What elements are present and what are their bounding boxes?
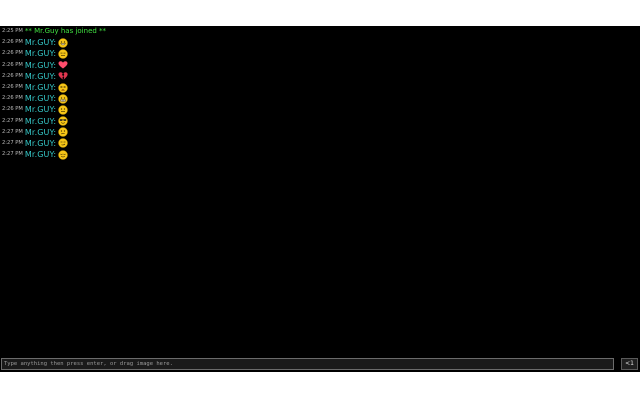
message-timestamp: 2:27 PM [2, 117, 23, 124]
message-username: Mr.GUY: [24, 94, 57, 104]
message-username: Mr.GUY: [24, 105, 57, 115]
message-username: Mr.GUY: [24, 127, 57, 137]
message-username: Mr.GUY: [24, 150, 57, 160]
message-timestamp: 2:27 PM [2, 128, 23, 135]
message-username: Mr.GUY: [24, 138, 57, 148]
expressionless-face-icon [58, 49, 68, 59]
message-timestamp: 2:26 PM [2, 39, 23, 46]
red-heart-icon [58, 60, 68, 70]
message-row: 2:27 PM Mr.GUY: [0, 149, 640, 160]
message-timestamp: 2:26 PM [2, 72, 23, 79]
broken-heart-icon [58, 71, 68, 81]
message-timestamp: 2:26 PM [2, 50, 23, 57]
message-row: 2:26 PM Mr.GUY: [0, 37, 640, 48]
join-message: 2:25 PM ** Mr.Guy has joined ** [0, 26, 640, 37]
message-timestamp: 2:26 PM [2, 95, 23, 102]
message-list: 2:26 PM Mr.GUY: 2:26 PM Mr.GUY: 2:26 PM Mr.GU… [0, 37, 640, 160]
message-row: 2:26 PM Mr.GUY: [0, 71, 640, 82]
send-button[interactable]: <1 [621, 358, 638, 370]
relieved-face-icon [58, 149, 68, 160]
message-row: 2:26 PM Mr.GUY: [0, 93, 640, 104]
message-username: Mr.GUY: [24, 71, 57, 81]
message-username: Mr.GUY: [24, 38, 57, 48]
message-row: 2:26 PM Mr.GUY: [0, 104, 640, 115]
message-username: Mr.GUY: [24, 116, 57, 126]
sunglasses-face-icon [58, 116, 68, 126]
chat-app: 2:25 PM ** Mr.Guy has joined ** 2:26 PM Mr… [0, 26, 640, 372]
message-row: 2:26 PM Mr.GUY: [0, 82, 640, 93]
tired-face-icon [58, 82, 68, 93]
message-input[interactable] [1, 358, 614, 370]
join-text: ** Mr.Guy has joined ** [24, 27, 107, 35]
grinning-face-icon [58, 38, 68, 48]
confused-face-icon [58, 127, 68, 138]
message-timestamp: 2:27 PM [2, 139, 23, 146]
join-timestamp: 2:25 PM [2, 28, 23, 34]
smirking-face-icon [58, 138, 68, 149]
input-bar: <1 [0, 356, 640, 372]
message-timestamp: 2:26 PM [2, 106, 23, 113]
chat-log[interactable]: 2:25 PM ** Mr.Guy has joined ** 2:26 PM Mr… [0, 26, 640, 356]
message-row: 2:27 PM Mr.GUY: [0, 138, 640, 149]
message-row: 2:26 PM Mr.GUY: [0, 60, 640, 71]
message-username: Mr.GUY: [24, 82, 57, 92]
message-username: Mr.GUY: [24, 60, 57, 70]
message-row: 2:27 PM Mr.GUY: [0, 127, 640, 138]
message-username: Mr.GUY: [24, 49, 57, 59]
message-row: 2:27 PM Mr.GUY: [0, 116, 640, 127]
neutral-face-icon [58, 105, 68, 115]
message-row: 2:26 PM Mr.GUY: [0, 48, 640, 59]
grimacing-face-icon [58, 93, 68, 104]
message-timestamp: 2:27 PM [2, 151, 23, 158]
message-timestamp: 2:26 PM [2, 61, 23, 68]
message-timestamp: 2:26 PM [2, 83, 23, 90]
